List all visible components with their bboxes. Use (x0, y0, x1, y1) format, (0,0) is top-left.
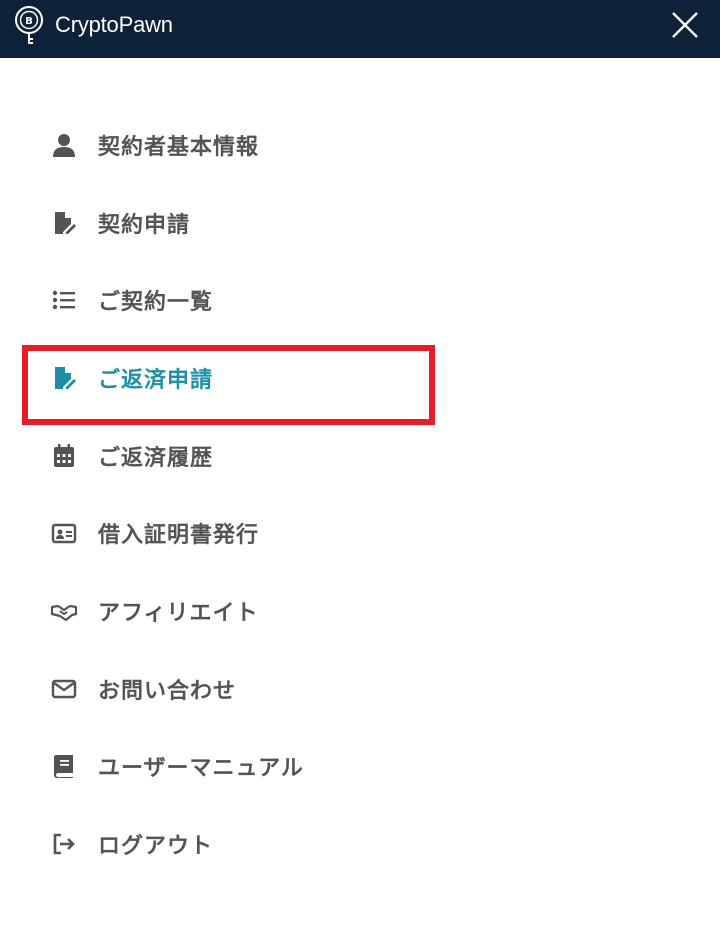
brand-name: CryptoPawn (55, 12, 173, 37)
menu-item-affiliate[interactable]: アフィリエイト (0, 572, 720, 650)
menu-item-loan-certificate[interactable]: 借入証明書発行 (0, 494, 720, 572)
menu-item-label: ユーザーマニュアル (98, 756, 304, 782)
menu-item-repayment-application[interactable]: ご返済申請 (0, 339, 720, 417)
list-icon (50, 286, 78, 314)
side-menu: 契約者基本情報 契約申請 ご契約一覧 ご返済申請 ご返済履歴 借入証明書発行 ア… (0, 106, 720, 883)
sign-out-icon (50, 830, 78, 858)
menu-item-label: ご契約一覧 (98, 290, 214, 316)
cryptopawn-logo-icon: B (15, 6, 43, 44)
book-icon (50, 752, 78, 780)
id-card-icon (50, 519, 78, 547)
calendar-icon (50, 442, 78, 470)
menu-item-logout[interactable]: ログアウト (0, 805, 720, 883)
menu-item-label: お問い合わせ (98, 678, 237, 704)
menu-item-contact[interactable]: お問い合わせ (0, 650, 720, 728)
svg-text:B: B (25, 16, 33, 27)
menu-item-label: ログアウト (98, 834, 214, 860)
user-icon (50, 131, 78, 159)
menu-item-contract-application[interactable]: 契約申請 (0, 184, 720, 262)
menu-item-label: アフィリエイト (98, 600, 259, 626)
handshake-icon (50, 597, 78, 625)
menu-item-label: 契約申請 (98, 212, 191, 238)
menu-item-label: ご返済申請 (98, 367, 214, 393)
app-header: B CryptoPawn (0, 0, 720, 58)
menu-item-label: 借入証明書発行 (98, 523, 260, 549)
close-icon[interactable] (668, 8, 702, 42)
envelope-icon (50, 675, 78, 703)
menu-item-repayment-history[interactable]: ご返済履歴 (0, 417, 720, 495)
menu-item-user-manual[interactable]: ユーザーマニュアル (0, 728, 720, 806)
file-edit-icon (50, 364, 78, 392)
file-edit-icon (50, 209, 78, 237)
menu-item-contract-list[interactable]: ご契約一覧 (0, 261, 720, 339)
menu-item-account-info[interactable]: 契約者基本情報 (0, 106, 720, 184)
menu-item-label: 契約者基本情報 (98, 134, 260, 160)
brand-logo[interactable]: B CryptoPawn (12, 5, 173, 45)
menu-item-label: ご返済履歴 (98, 445, 214, 471)
